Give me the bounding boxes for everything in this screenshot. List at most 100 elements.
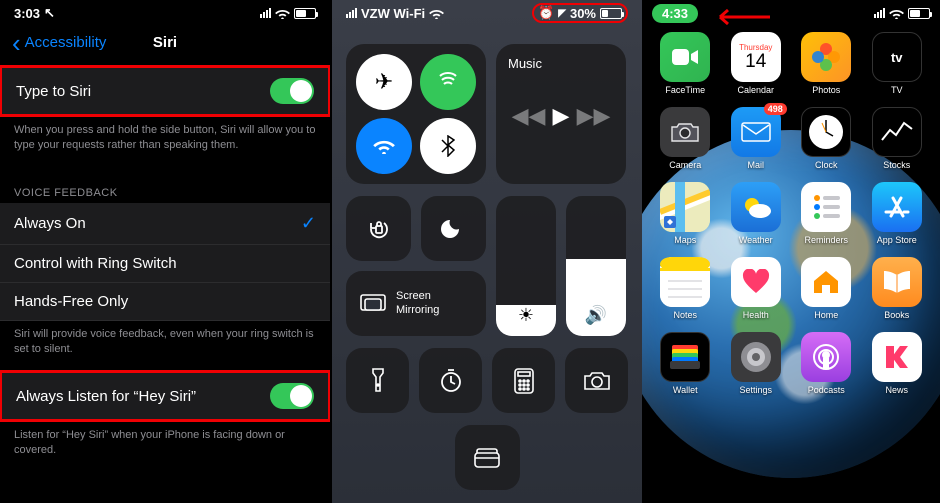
wifi-icon: [429, 8, 444, 19]
app-calendar[interactable]: Thursday14Calendar: [723, 32, 790, 95]
brightness-slider[interactable]: ☀: [496, 196, 556, 336]
signal-icon: [874, 8, 885, 18]
app-podcasts[interactable]: Podcasts: [793, 332, 860, 395]
camera-button[interactable]: [565, 348, 628, 413]
settings-icon: [731, 332, 781, 382]
control-center-panel: VZW Wi-Fi ⏰ ◤ 30% ✈ Music ◀◀ ▶: [332, 0, 642, 503]
row-label: Type to Siri: [16, 83, 91, 100]
home-screen-panel: 4:33 FaceTime Thursday14Calendar Photos …: [642, 0, 940, 503]
calendar-icon: Thursday14: [731, 32, 781, 82]
app-books[interactable]: Books: [864, 257, 931, 320]
hands-free-row[interactable]: Hands-Free Only: [0, 283, 330, 321]
app-notes[interactable]: Notes: [652, 257, 719, 320]
hey-siri-desc: Listen for “Hey Siri” when your iPhone i…: [0, 422, 330, 472]
hey-siri-row[interactable]: Always Listen for “Hey Siri”: [2, 373, 328, 419]
app-photos[interactable]: Photos: [793, 32, 860, 95]
voice-desc: Siri will provide voice feedback, even w…: [0, 321, 330, 371]
app-news[interactable]: News: [864, 332, 931, 395]
flashlight-button[interactable]: [346, 348, 409, 413]
wifi-icon: [889, 8, 904, 19]
app-tv[interactable]: tvTV: [864, 32, 931, 95]
app-weather[interactable]: Weather: [723, 182, 790, 245]
status-bar: 4:33: [642, 0, 940, 26]
wallet-button[interactable]: [455, 425, 520, 490]
row-label: Always On: [14, 215, 86, 232]
wallet-icon: [660, 332, 710, 382]
always-on-row[interactable]: Always On ✓: [0, 203, 330, 245]
carrier-label: VZW Wi-Fi: [361, 6, 425, 21]
app-mail[interactable]: 498Mail: [723, 107, 790, 170]
status-bar: 3:03 ↖: [0, 0, 330, 26]
weather-icon: [731, 182, 781, 232]
app-wallet[interactable]: Wallet: [652, 332, 719, 395]
toggle-on[interactable]: [270, 78, 314, 104]
bluetooth-button[interactable]: [420, 118, 476, 174]
battery-icon: [908, 8, 930, 19]
toggle-on[interactable]: [270, 383, 314, 409]
signal-icon: [346, 8, 357, 18]
app-reminders[interactable]: Reminders: [793, 182, 860, 245]
highlight-box-2: Always Listen for “Hey Siri”: [0, 370, 331, 422]
timer-button[interactable]: [419, 348, 482, 413]
rotation-lock-button[interactable]: [346, 196, 411, 261]
battery-icon: [294, 8, 316, 19]
app-appstore[interactable]: App Store: [864, 182, 931, 245]
volume-icon: 🔊: [585, 305, 607, 326]
location-icon: ↖: [44, 5, 55, 21]
app-settings[interactable]: Settings: [723, 332, 790, 395]
clock-icon: [801, 107, 851, 157]
podcasts-icon: [801, 332, 851, 382]
location-icon: ◤: [558, 8, 566, 19]
settings-panel: 3:03 ↖ Accessibility Siri Type to Siri Wh…: [0, 0, 332, 503]
music-tile[interactable]: Music ◀◀ ▶ ▶▶: [496, 44, 626, 184]
page-title: Siri: [153, 34, 177, 51]
row-label: Control with Ring Switch: [14, 255, 177, 272]
wifi-icon: [275, 8, 290, 19]
signal-icon: [260, 8, 271, 18]
ring-switch-row[interactable]: Control with Ring Switch: [0, 245, 330, 283]
battery-icon: [600, 8, 622, 19]
nav-bar: Accessibility Siri: [0, 26, 330, 65]
reminders-icon: [801, 182, 851, 232]
photos-icon: [801, 32, 851, 82]
type-to-siri-row[interactable]: Type to Siri: [2, 68, 328, 114]
next-track-button[interactable]: ▶▶: [577, 103, 611, 129]
app-clock[interactable]: Clock: [793, 107, 860, 170]
app-stocks[interactable]: Stocks: [864, 107, 931, 170]
row-label: Always Listen for “Hey Siri”: [16, 388, 196, 405]
connectivity-tile[interactable]: ✈: [346, 44, 486, 184]
brightness-icon: ☀: [518, 305, 534, 326]
books-icon: [872, 257, 922, 307]
mail-badge: 498: [764, 103, 787, 115]
app-health[interactable]: Health: [723, 257, 790, 320]
facetime-icon: [660, 32, 710, 82]
calculator-button[interactable]: [492, 348, 555, 413]
app-facetime[interactable]: FaceTime: [652, 32, 719, 95]
type-to-siri-desc: When you press and hold the side button,…: [0, 117, 330, 167]
appstore-icon: [872, 182, 922, 232]
volume-slider[interactable]: 🔊: [566, 196, 626, 336]
time-label: 3:03: [14, 6, 40, 21]
back-button[interactable]: Accessibility: [12, 34, 106, 51]
screen-mirroring-button[interactable]: Screen Mirroring: [346, 271, 486, 336]
camera-icon: [660, 107, 710, 157]
app-camera[interactable]: Camera: [652, 107, 719, 170]
time-pill[interactable]: 4:33: [652, 4, 698, 23]
check-icon: ✓: [301, 213, 316, 234]
cellular-button[interactable]: [420, 54, 476, 110]
tv-icon: tv: [872, 32, 922, 82]
wifi-button[interactable]: [356, 118, 412, 174]
notes-icon: [660, 257, 710, 307]
highlight-circle: ⏰ ◤ 30%: [532, 3, 628, 23]
do-not-disturb-button[interactable]: [421, 196, 486, 261]
screen-mirror-icon: [360, 294, 386, 314]
app-maps[interactable]: Maps: [652, 182, 719, 245]
section-header: VOICE FEEDBACK: [0, 167, 330, 203]
mail-icon: 498: [731, 107, 781, 157]
play-button[interactable]: ▶: [553, 103, 570, 129]
music-label: Music: [508, 56, 614, 71]
prev-track-button[interactable]: ◀◀: [512, 103, 546, 129]
alarm-icon: ⏰: [538, 5, 554, 21]
app-home[interactable]: Home: [793, 257, 860, 320]
airplane-mode-button[interactable]: ✈: [356, 54, 412, 110]
